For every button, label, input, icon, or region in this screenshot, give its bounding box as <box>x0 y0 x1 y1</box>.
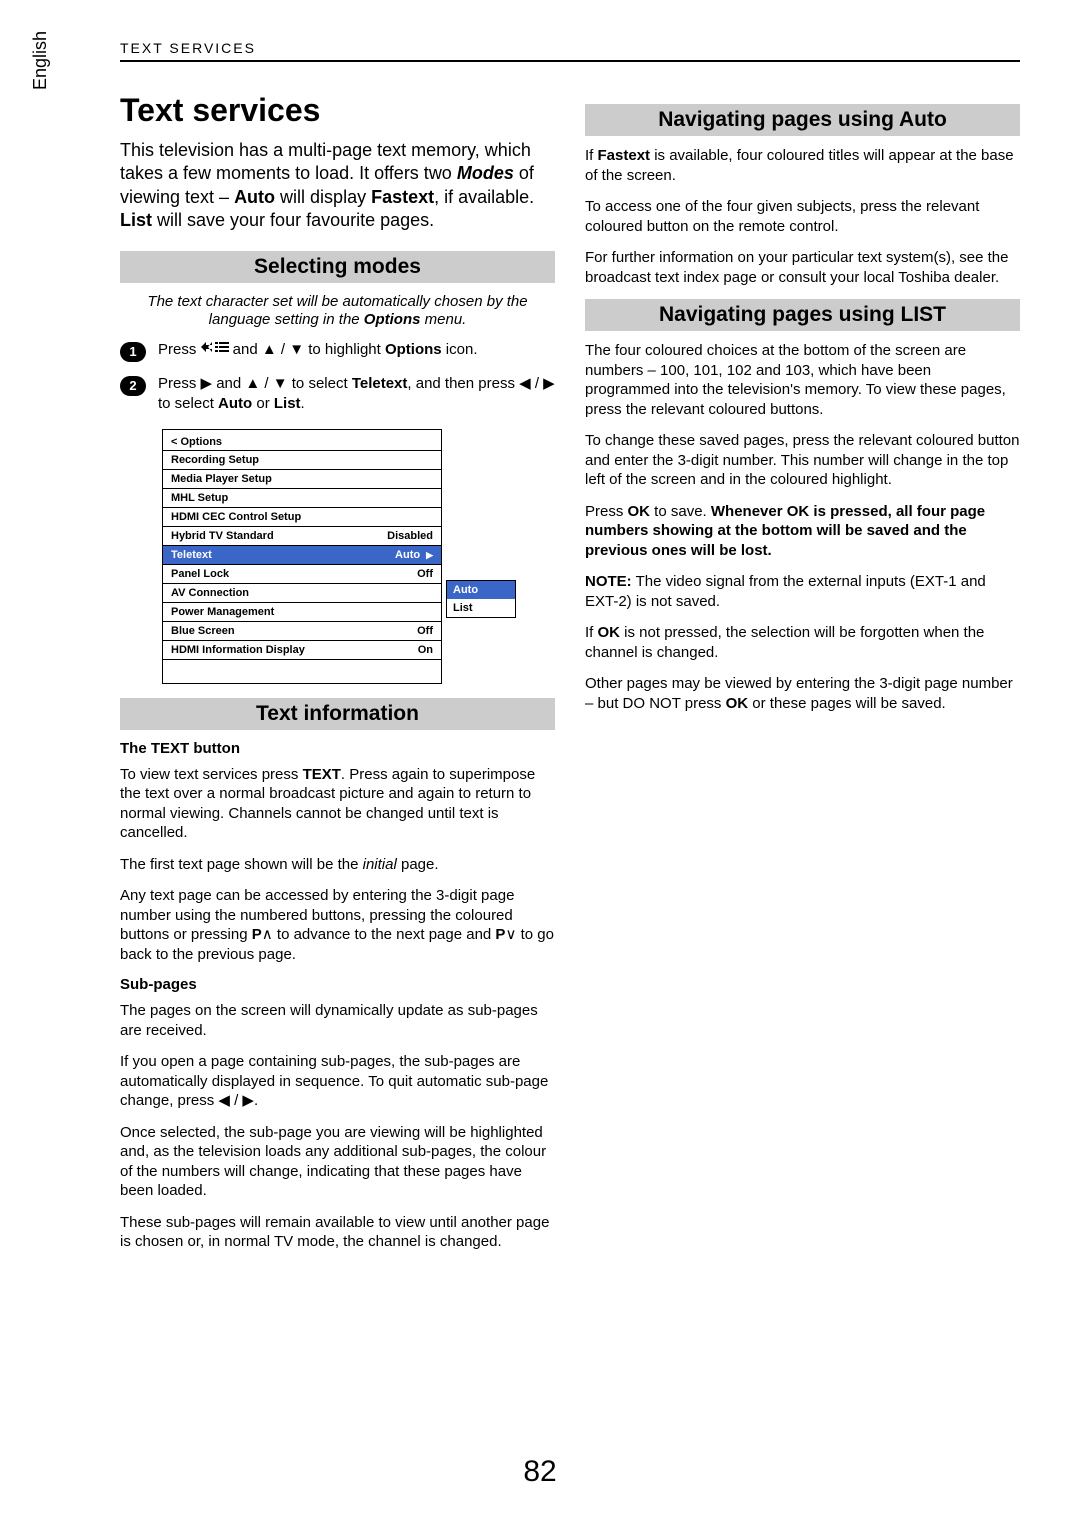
step-badge-1: 1 <box>120 342 146 362</box>
section-nav-auto: Navigating pages using Auto <box>585 104 1020 136</box>
subheading-sub-pages: Sub-pages <box>120 976 555 993</box>
body-text: The pages on the screen will dynamically… <box>120 1001 555 1040</box>
osd-menu: < Options Recording Setup Media Player S… <box>162 429 442 684</box>
osd-popup-option: List <box>447 599 515 617</box>
main-title: Text services <box>120 92 555 129</box>
menu-icon <box>201 340 229 360</box>
step-1: 1 Press and ▲ / ▼ to highlight Options i… <box>120 340 555 362</box>
body-text: To view text services press TEXT. Press … <box>120 765 555 843</box>
body-text: To change these saved pages, press the r… <box>585 431 1020 490</box>
body-text: To access one of the four given subjects… <box>585 197 1020 236</box>
body-text: Press OK to save. Whenever OK is pressed… <box>585 502 1020 561</box>
subheading-text-button: The TEXT button <box>120 740 555 757</box>
step-badge-2: 2 <box>120 376 146 396</box>
osd-row: Hybrid TV StandardDisabled <box>163 526 441 545</box>
osd-popup: Auto List <box>446 580 516 618</box>
body-text: For further information on your particul… <box>585 248 1020 287</box>
triangle-right-icon <box>420 549 433 561</box>
intro-paragraph: This television has a multi-page text me… <box>120 139 555 233</box>
osd-row: HDMI CEC Control Setup <box>163 507 441 526</box>
arrow-up-icon: ∧ <box>262 926 273 943</box>
osd-row: MHL Setup <box>163 488 441 507</box>
body-text: If you open a page containing sub-pages,… <box>120 1052 555 1111</box>
body-text: The four coloured choices at the bottom … <box>585 341 1020 419</box>
page-number: 82 <box>523 1455 556 1489</box>
section-nav-list: Navigating pages using LIST <box>585 299 1020 331</box>
body-text: Other pages may be viewed by entering th… <box>585 674 1020 713</box>
right-column: Navigating pages using Auto If Fastext i… <box>585 92 1020 1264</box>
osd-screenshot: < Options Recording Setup Media Player S… <box>162 429 555 684</box>
osd-row: AV Connection <box>163 583 441 602</box>
language-tab: English <box>30 31 51 90</box>
body-text: These sub-pages will remain available to… <box>120 1213 555 1252</box>
body-text: If OK is not pressed, the selection will… <box>585 623 1020 662</box>
osd-row: Media Player Setup <box>163 469 441 488</box>
body-text: Once selected, the sub-page you are view… <box>120 1123 555 1201</box>
body-text: The first text page shown will be the in… <box>120 855 555 875</box>
osd-popup-option-selected: Auto <box>447 581 515 599</box>
step-2: 2 Press ▶ and ▲ / ▼ to select Teletext, … <box>120 374 555 415</box>
arrow-down-icon: ∨ <box>505 926 516 943</box>
osd-header: < Options <box>163 430 441 450</box>
osd-row: Recording Setup <box>163 450 441 469</box>
page-header: TEXT SERVICES <box>120 40 1020 62</box>
osd-row: Power Management <box>163 602 441 621</box>
osd-row-selected: TeletextAuto <box>163 545 441 564</box>
section-selecting-modes: Selecting modes <box>120 251 555 283</box>
body-text: NOTE: The video signal from the external… <box>585 572 1020 611</box>
left-column: Text services This television has a mult… <box>120 92 555 1264</box>
section-text-information: Text information <box>120 698 555 730</box>
osd-row: Panel LockOff <box>163 564 441 583</box>
osd-row: Blue ScreenOff <box>163 621 441 640</box>
osd-row: HDMI Information DisplayOn <box>163 640 441 659</box>
body-text: Any text page can be accessed by enterin… <box>120 886 555 964</box>
body-text: If Fastext is available, four coloured t… <box>585 146 1020 185</box>
options-note: The text character set will be automatic… <box>120 293 555 331</box>
